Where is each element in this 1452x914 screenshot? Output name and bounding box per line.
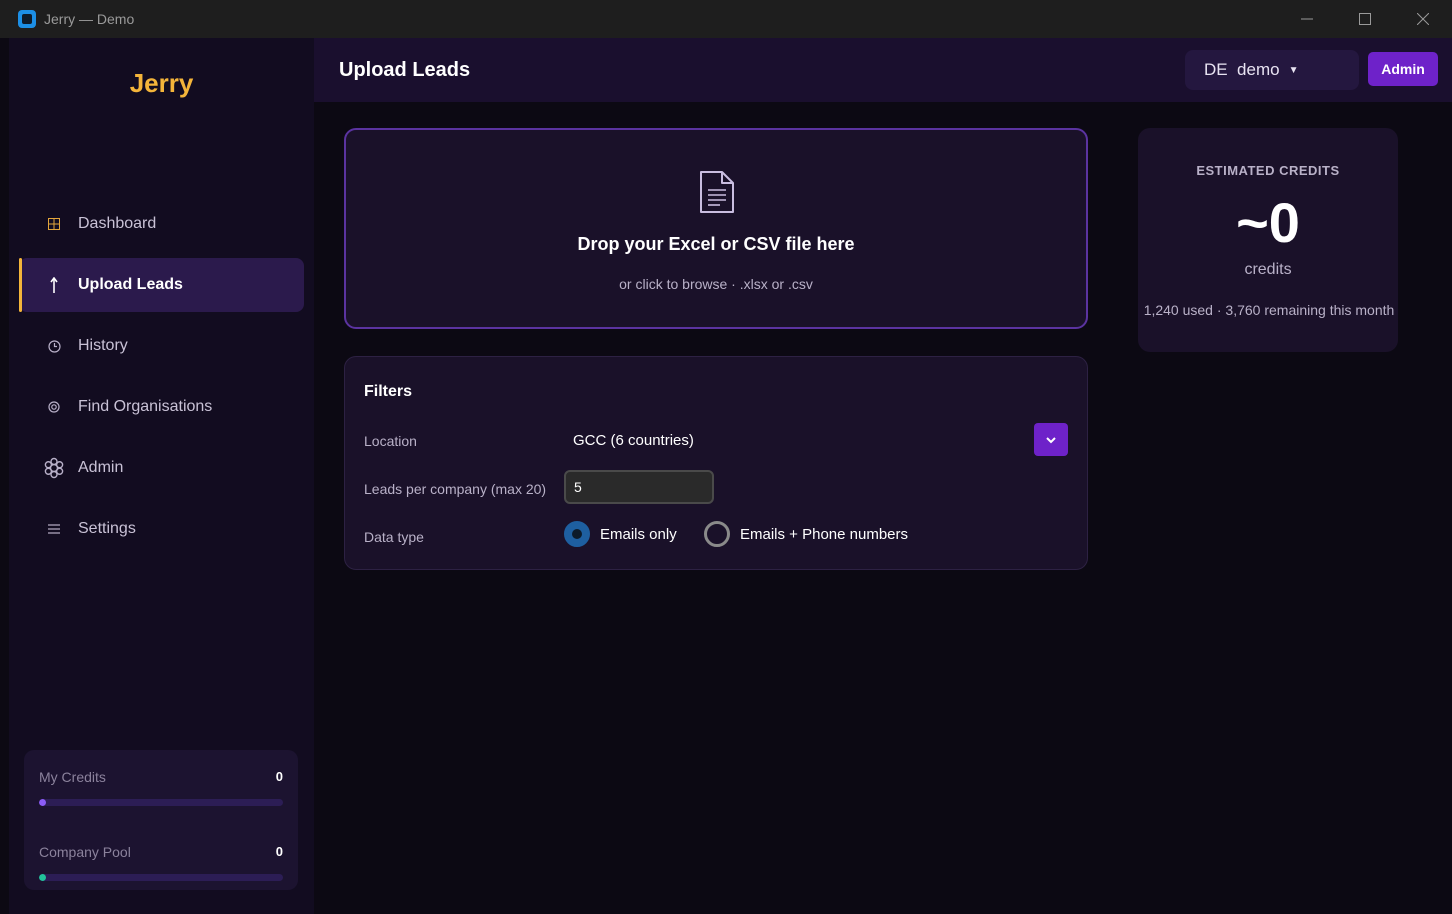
leads-per-company-label: Leads per company (max 20)	[364, 481, 547, 497]
maximize-button[interactable]	[1336, 0, 1394, 38]
sidebar: Jerry Dashboard Upload Leads History Fin…	[9, 38, 314, 914]
radio-label: Emails only	[600, 525, 677, 543]
sidebar-item-dashboard[interactable]: Dashboard	[19, 197, 304, 251]
upload-arrow-icon	[39, 277, 69, 293]
radio-unselected-icon	[704, 521, 730, 547]
minimize-button[interactable]	[1278, 0, 1336, 38]
credits-panel: My Credits 0 Company Pool 0	[24, 750, 298, 890]
sidebar-item-label: Settings	[78, 520, 136, 537]
file-dropzone[interactable]: Drop your Excel or CSV file here or clic…	[344, 128, 1088, 329]
my-credits-row: My Credits 0	[39, 769, 283, 785]
document-icon	[700, 171, 734, 213]
company-pool-bar	[39, 874, 283, 881]
menu-lines-icon	[39, 524, 69, 534]
my-credits-value: 0	[275, 769, 283, 784]
sidebar-item-label: History	[78, 337, 128, 354]
credits-usage-summary: 1,240 used · 3,760 remaining this month	[1143, 302, 1395, 318]
top-header: Upload Leads DE demo ▼ Admin	[314, 38, 1452, 102]
close-icon	[1417, 13, 1429, 25]
sidebar-item-label: Dashboard	[78, 215, 157, 232]
maximize-icon	[1359, 13, 1371, 25]
sidebar-item-label: Upload Leads	[78, 276, 183, 293]
filters-title: Filters	[364, 383, 413, 400]
chevron-down-icon	[1046, 436, 1056, 443]
page-title: Upload Leads	[339, 59, 471, 81]
sidebar-item-upload-leads[interactable]: Upload Leads	[19, 258, 304, 312]
sidebar-nav: Dashboard Upload Leads History Find Orga…	[19, 197, 304, 563]
gear-icon	[39, 457, 69, 479]
tenant-label: DE demo	[1204, 60, 1280, 79]
admin-button[interactable]: Admin	[1368, 52, 1438, 86]
dropzone-subtitle: or click to browse · .xlsx or .csv	[619, 276, 813, 292]
brand-logo: Jerry	[129, 68, 194, 98]
clock-icon	[39, 339, 69, 353]
sidebar-item-history[interactable]: History	[19, 319, 304, 373]
company-pool-row: Company Pool 0	[39, 844, 283, 860]
my-credits-bar-fill	[39, 799, 46, 806]
location-select-value[interactable]: GCC (6 countries)	[573, 432, 694, 449]
company-pool-bar-fill	[39, 874, 46, 881]
data-type-label: Data type	[364, 529, 424, 545]
estimated-credits-card: ESTIMATED CREDITS ~0 credits 1,240 used …	[1138, 128, 1398, 352]
company-pool-value: 0	[275, 844, 283, 859]
estimated-credits-value: ~0	[1236, 191, 1300, 254]
tenant-selector[interactable]: DE demo ▼	[1185, 50, 1359, 90]
window-title: Jerry — Demo	[44, 11, 135, 27]
sidebar-item-label: Admin	[78, 459, 124, 476]
window-controls	[1278, 0, 1452, 38]
filters-panel: Filters Location GCC (6 countries) Leads…	[344, 356, 1088, 570]
estimated-credits-title: ESTIMATED CREDITS	[1196, 163, 1340, 178]
app-icon	[18, 10, 36, 28]
close-button[interactable]	[1394, 0, 1452, 38]
my-credits-bar	[39, 799, 283, 806]
radio-selected-icon	[564, 521, 590, 547]
leads-per-company-input[interactable]	[564, 470, 714, 504]
company-pool-label: Company Pool	[39, 844, 131, 860]
location-dropdown-button[interactable]	[1034, 423, 1068, 456]
sidebar-item-find-organisations[interactable]: Find Organisations	[19, 380, 304, 434]
sidebar-item-admin[interactable]: Admin	[19, 441, 304, 495]
caret-down-icon: ▼	[1288, 64, 1299, 76]
radio-emails-only[interactable]: Emails only	[564, 521, 677, 547]
sidebar-item-settings[interactable]: Settings	[19, 502, 304, 556]
grid-icon	[39, 218, 69, 230]
location-label: Location	[364, 433, 417, 449]
sidebar-item-label: Find Organisations	[78, 398, 213, 415]
estimated-credits-unit: credits	[1244, 261, 1292, 278]
dropzone-title: Drop your Excel or CSV file here	[577, 234, 855, 254]
target-icon	[39, 401, 69, 413]
radio-label: Emails + Phone numbers	[740, 525, 909, 543]
minimize-icon	[1301, 18, 1313, 20]
window-titlebar: Jerry — Demo	[0, 0, 1452, 38]
my-credits-label: My Credits	[39, 769, 106, 785]
radio-emails-phone[interactable]: Emails + Phone numbers	[704, 521, 908, 547]
